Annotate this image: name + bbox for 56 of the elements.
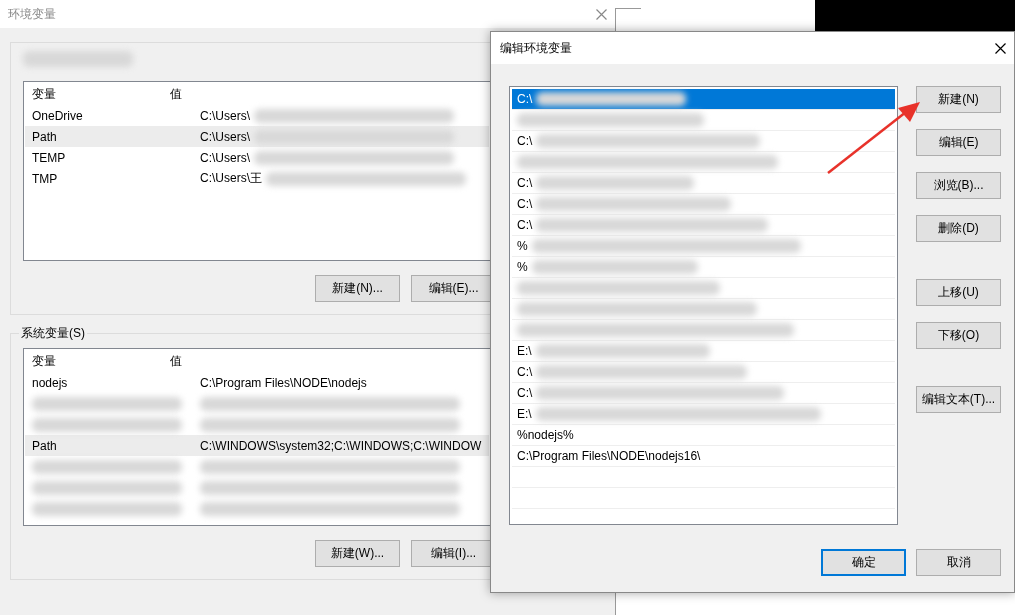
variable-list[interactable]: 变量 值 OneDrive C:\Users\ Path C:\Users\ TEMP C:\Users\ TMP C:\Users\王	[23, 81, 491, 261]
path-entry[interactable]	[512, 110, 895, 131]
variable-value: C:\Users\王	[200, 170, 262, 187]
path-entry[interactable]	[512, 152, 895, 173]
action-button[interactable]: 浏览(B)...	[916, 172, 1001, 199]
window-title: 环境变量	[8, 5, 56, 23]
path-entry[interactable]: E:\	[512, 404, 895, 425]
action-button[interactable]: 新建(N)	[916, 86, 1001, 113]
variable-value: C:\Program Files\NODE\nodejs	[200, 375, 367, 390]
path-entry[interactable]: %	[512, 236, 895, 257]
variable-name: OneDrive	[32, 108, 83, 123]
path-entry[interactable]: C:\	[512, 89, 895, 110]
variable-name: Path	[32, 438, 57, 453]
action-button[interactable]: 下移(O)	[916, 322, 1001, 349]
action-button[interactable]: 删除(D)	[916, 215, 1001, 242]
ok-button[interactable]: 确定	[821, 549, 906, 576]
path-entry[interactable]: C:\	[512, 362, 895, 383]
column-header: 变量	[32, 86, 56, 103]
column-header: 变量	[32, 353, 56, 370]
variable-value: C:\WINDOWS\system32;C:\WINDOWS;C:\WINDOW	[200, 438, 482, 453]
column-header: 值	[169, 86, 182, 103]
path-entry[interactable]: E:\	[512, 341, 895, 362]
variable-row[interactable]: nodejs C:\Program Files\NODE\nodejs	[25, 372, 489, 393]
variable-name: nodejs	[32, 375, 68, 390]
action-button[interactable]: 编辑(E)	[916, 129, 1001, 156]
variable-name: Path	[32, 129, 57, 144]
path-entry[interactable]	[512, 320, 895, 341]
action-button[interactable]: 上移(U)	[916, 279, 1001, 306]
dialog-title: 编辑环境变量	[500, 39, 572, 57]
path-entry[interactable]: C:\	[512, 383, 895, 404]
group-label: 系统变量(S)	[19, 325, 87, 342]
path-entry[interactable]: %	[512, 257, 895, 278]
variable-row[interactable]: TEMP C:\Users\	[25, 147, 489, 168]
path-entry[interactable]	[512, 299, 895, 320]
variable-value: C:\Users\	[200, 129, 250, 144]
variable-row[interactable]: Path C:\WINDOWS\system32;C:\WINDOWS;C:\WINDOW	[25, 435, 489, 456]
variable-name: TEMP	[32, 150, 66, 165]
path-entry[interactable]	[512, 278, 895, 299]
path-list[interactable]: C:\ C:\ C:\ C:\ C:\ % % E:\ C:\ C:\ E:\ %nodejs% C:\Program Files\NODE\nodejs16\	[509, 86, 898, 525]
variable-button[interactable]: 新建(N)...	[315, 275, 400, 302]
variable-value: C:\Users\	[200, 150, 250, 165]
close-icon[interactable]	[995, 42, 1006, 54]
path-entry[interactable]: C:\	[512, 194, 895, 215]
variable-button[interactable]: 新建(W)...	[315, 540, 400, 567]
variable-name: TMP	[32, 171, 58, 186]
path-entry[interactable]: C:\	[512, 215, 895, 236]
variable-row[interactable]: OneDrive C:\Users\	[25, 105, 489, 126]
variable-row[interactable]: TMP C:\Users\王	[25, 168, 489, 189]
path-entry[interactable]: C:\	[512, 173, 895, 194]
variable-row[interactable]: Path C:\Users\	[25, 126, 489, 147]
cancel-button[interactable]: 取消	[916, 549, 1001, 576]
variable-list[interactable]: 变量 值 nodejs C:\Program Files\NODE\nodejs Path C:\WINDOWS\system32;C:\WINDOWS;C:\WINDOW	[23, 348, 491, 526]
column-header: 值	[169, 353, 182, 370]
variable-value: C:\Users\	[200, 108, 250, 123]
action-button[interactable]: 编辑文本(T)...	[916, 386, 1001, 413]
path-entry[interactable]: C:\	[512, 131, 895, 152]
